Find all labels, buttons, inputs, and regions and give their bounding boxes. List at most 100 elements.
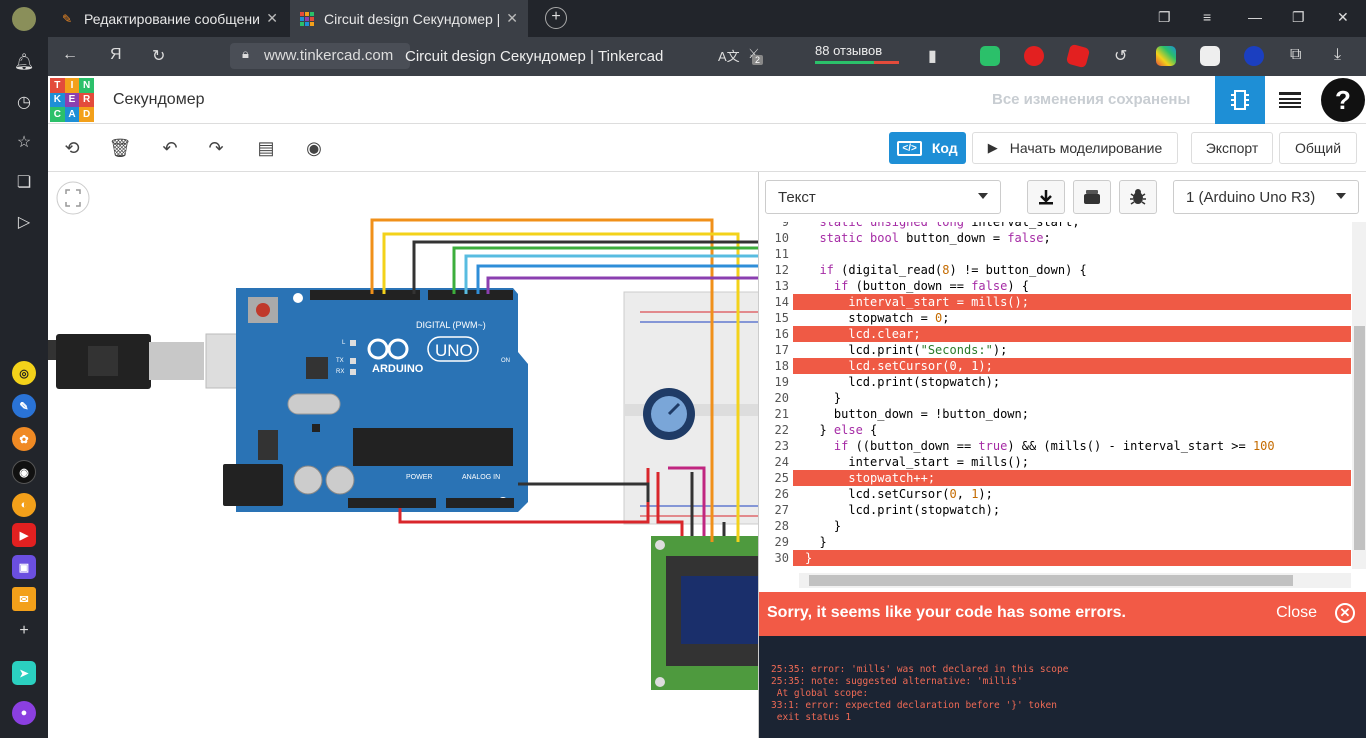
extension-icon[interactable] <box>1065 43 1091 69</box>
code-line[interactable]: 23 if ((button_down == true) && (mills()… <box>759 438 1351 454</box>
share-button[interactable]: Общий <box>1279 132 1357 164</box>
code-line[interactable]: 16 lcd.clear; <box>759 326 1351 342</box>
code-line[interactable]: 14 interval_start = mills(); <box>759 294 1351 310</box>
extension-icon[interactable] <box>1244 46 1264 66</box>
code-mode-dropdown[interactable]: Текст <box>765 180 1001 214</box>
tab-close-icon[interactable]: ✕ <box>266 10 278 27</box>
app-icon[interactable]: ✿ <box>12 427 36 451</box>
browser-tab[interactable]: ✎ Редактирование сообщения ✕ <box>50 0 288 37</box>
notes-icon[interactable]: ▤ <box>254 136 278 160</box>
notifications-icon[interactable]: 🔔︎ <box>12 50 36 74</box>
youtube-icon[interactable]: ▶ <box>12 523 36 547</box>
translate-icon[interactable]: A文 <box>718 46 740 65</box>
scroll-thumb[interactable] <box>1354 326 1365 550</box>
potentiometer[interactable] <box>643 388 695 440</box>
code-line[interactable]: 20 } <box>759 390 1351 406</box>
code-line[interactable]: 30} <box>759 550 1351 566</box>
code-line[interactable]: 21 button_down = !button_down; <box>759 406 1351 422</box>
start-simulation-button[interactable]: ▶ Начать моделирование <box>972 132 1178 164</box>
vertical-scrollbar[interactable] <box>1352 222 1366 569</box>
close-label[interactable]: Close <box>1276 604 1317 622</box>
app-icon[interactable]: ▣ <box>12 555 36 579</box>
mail-icon[interactable]: ✉ <box>12 587 36 611</box>
code-button[interactable]: </> Код <box>889 132 966 164</box>
code-line[interactable]: 19 lcd.print(stopwatch); <box>759 374 1351 390</box>
yandex-icon[interactable]: Я <box>110 46 122 64</box>
delete-icon[interactable]: 🗑︎ <box>108 136 132 160</box>
browser-tab-active[interactable]: Circuit design Секундомер | Tinkercad ✕ <box>290 0 528 37</box>
extension-icon[interactable]: ↺ <box>1114 46 1127 66</box>
code-line[interactable]: 17 lcd.print("Seconds:"); <box>759 342 1351 358</box>
app-icon[interactable]: ◐ <box>12 493 36 517</box>
extension-icon[interactable] <box>980 46 1000 66</box>
code-line[interactable]: 12 if (digital_read(8) != button_down) { <box>759 262 1351 278</box>
extension-icon[interactable] <box>1024 46 1044 66</box>
new-tab-button[interactable]: + <box>545 7 567 29</box>
download-code-button[interactable] <box>1027 180 1065 214</box>
project-name[interactable]: Секундомер <box>113 91 205 109</box>
video-icon[interactable]: ▷ <box>12 210 36 234</box>
alice-icon[interactable]: ● <box>12 701 36 725</box>
close-icon[interactable]: ✕ <box>1335 603 1355 623</box>
code-line[interactable]: 24 interval_start = mills(); <box>759 454 1351 470</box>
device-dropdown[interactable]: 1 (Arduino Uno R3) <box>1173 180 1359 214</box>
app-icon[interactable]: ✎ <box>12 394 36 418</box>
circuit-drawing[interactable]: DIGITAL (PWM~) ARDUINO UNO L TX RX ON PO… <box>48 172 758 738</box>
extension-icon[interactable] <box>1200 46 1220 66</box>
add-app-icon[interactable]: + <box>12 619 36 643</box>
bookmarks-icon[interactable]: ❐ <box>1158 9 1171 26</box>
bookmark-icon[interactable]: ▮ <box>928 46 937 66</box>
reload-icon[interactable]: ↻ <box>152 46 165 66</box>
url-field[interactable]: 🔒︎ www.tinkercad.com <box>230 43 410 69</box>
download-icon[interactable]: ⤓ <box>1334 46 1341 64</box>
circuit-canvas[interactable]: DIGITAL (PWM~) ARDUINO UNO L TX RX ON PO… <box>48 172 758 738</box>
debugger-button[interactable] <box>1119 180 1157 214</box>
bug-icon <box>1130 189 1146 205</box>
history-icon[interactable]: ◷ <box>12 90 36 114</box>
rotate-icon[interactable]: ⟲ <box>60 136 84 160</box>
help-button[interactable]: ? <box>1318 76 1366 124</box>
redo-icon[interactable]: ↷ <box>204 136 228 160</box>
code-line[interactable]: 13 if (button_down == false) { <box>759 278 1351 294</box>
schematic-view-button[interactable] <box>1265 76 1315 124</box>
undo-icon[interactable]: ↶ <box>158 136 182 160</box>
extensions-puzzle-icon[interactable]: ⧉ <box>1290 46 1301 64</box>
scroll-thumb[interactable] <box>809 575 1293 586</box>
libraries-button[interactable] <box>1073 180 1111 214</box>
app-icon[interactable]: ➤ <box>12 661 36 685</box>
circuit-view-button[interactable] <box>1215 76 1265 124</box>
code-line[interactable]: 22 } else { <box>759 422 1351 438</box>
fit-view-icon[interactable] <box>56 181 90 215</box>
power-label: POWER <box>406 474 432 481</box>
code-line[interactable]: 15 stopwatch = 0; <box>759 310 1351 326</box>
code-editor[interactable]: 9 static unsigned long interval_start; 10… <box>759 222 1351 569</box>
code-line[interactable]: 29 } <box>759 534 1351 550</box>
code-line[interactable]: 25 stopwatch++; <box>759 470 1351 486</box>
close-window-icon[interactable]: ✕ <box>1337 9 1349 26</box>
minimize-icon[interactable]: — <box>1248 9 1262 25</box>
code-line[interactable]: 26 lcd.setCursor(0, 1); <box>759 486 1351 502</box>
tab-close-icon[interactable]: ✕ <box>506 10 518 27</box>
app-icon[interactable]: ◎ <box>12 361 36 385</box>
arduino-board[interactable]: DIGITAL (PWM~) ARDUINO UNO L TX RX ON PO… <box>223 288 528 512</box>
visibility-icon[interactable]: ◉ <box>302 136 326 160</box>
favorites-icon[interactable]: ☆ <box>12 130 36 154</box>
lcd-display[interactable] <box>651 536 758 690</box>
code-line[interactable]: 10 static bool button_down = false; <box>759 230 1351 246</box>
tinkercad-logo[interactable]: TIN KER CAD <box>50 78 94 122</box>
code-line[interactable]: 18 lcd.setCursor(0, 1); <box>759 358 1351 374</box>
code-line[interactable]: 28 } <box>759 518 1351 534</box>
collections-icon[interactable]: ❏ <box>12 170 36 194</box>
profile-avatar[interactable] <box>12 7 36 31</box>
menu-icon[interactable]: ≡ <box>1203 9 1211 25</box>
code-line[interactable]: 27 lcd.print(stopwatch); <box>759 502 1351 518</box>
export-button[interactable]: Экспорт <box>1191 132 1273 164</box>
horizontal-scrollbar[interactable] <box>799 573 1351 588</box>
back-icon[interactable]: ← <box>62 46 78 64</box>
app-icon[interactable]: ◉ <box>12 460 36 484</box>
extension-icon[interactable] <box>1156 46 1176 66</box>
code-line[interactable]: 11 <box>759 246 1351 262</box>
reviews-count[interactable]: 88 отзывов <box>815 43 882 58</box>
restore-icon[interactable]: ❐ <box>1292 9 1305 26</box>
code-line[interactable]: 9 static unsigned long interval_start; <box>759 222 1351 230</box>
